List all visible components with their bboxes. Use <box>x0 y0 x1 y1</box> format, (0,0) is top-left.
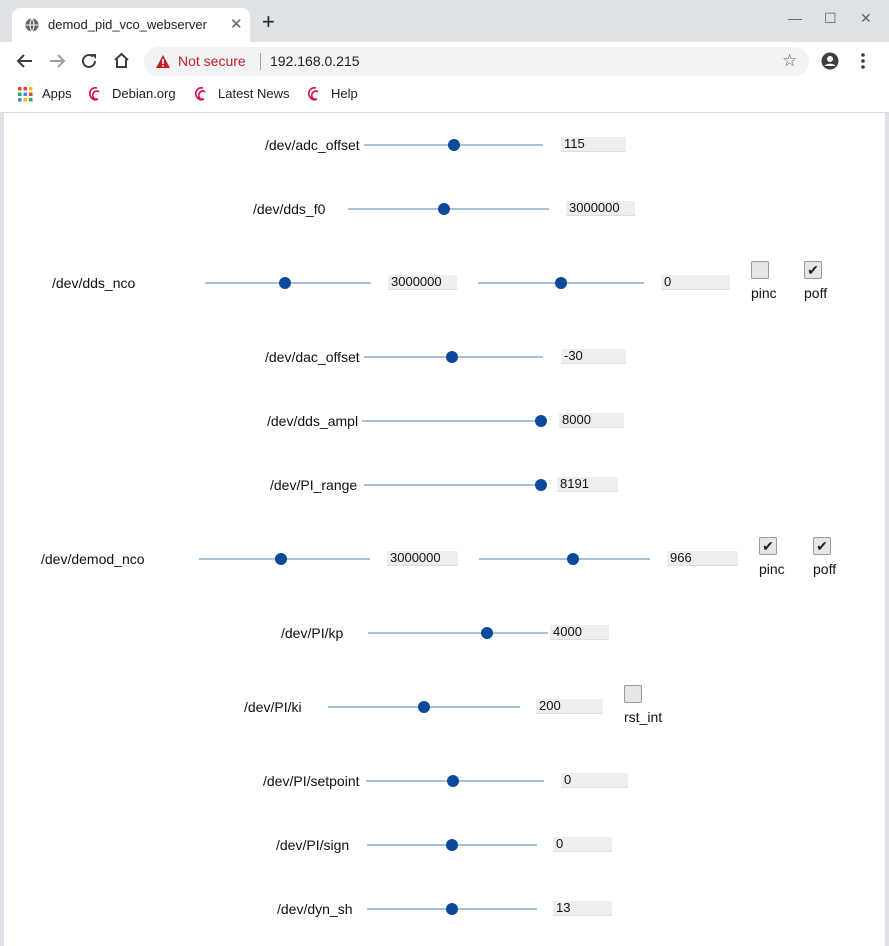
slider-thumb-dds-ampl[interactable] <box>535 415 547 427</box>
row-label-pi-setpoint: /dev/PI/setpoint <box>263 773 360 789</box>
row-label-dac-offset: /dev/dac_offset <box>265 349 360 365</box>
checkbox-label-demod-nco-pinc: pinc <box>759 561 785 577</box>
row-label-pi-sign: /dev/PI/sign <box>276 837 350 853</box>
new-tab-button[interactable]: + <box>262 11 275 33</box>
row-label-pi-ki: /dev/PI/ki <box>244 699 302 715</box>
maximize-button[interactable]: ☐ <box>824 10 837 27</box>
forward-icon[interactable] <box>48 52 66 70</box>
slider-thumb-dds-f0[interactable] <box>438 203 451 215</box>
slider-dds-ampl[interactable] <box>362 420 541 422</box>
slider-thumb-pi-kp[interactable] <box>480 627 493 639</box>
checkbox-demod-nco-poff[interactable]: ✔ <box>813 537 831 555</box>
value-pi-setpoint[interactable]: 0 <box>561 773 628 788</box>
value-demod-nco-pinc[interactable]: 3000000 <box>387 551 458 566</box>
checkbox-label-dds-nco-poff: poff <box>804 285 828 301</box>
warning-icon[interactable] <box>155 54 171 69</box>
debian-icon <box>195 87 206 101</box>
browser-toolbar: Not secure 192.168.0.215 ☆ <box>0 42 889 80</box>
debian-icon <box>308 87 319 101</box>
row-label-pi-range: /dev/PI_range <box>270 477 358 493</box>
bookmark-help[interactable]: Help <box>331 86 358 101</box>
back-icon[interactable] <box>16 52 34 70</box>
tab-close-icon[interactable]: ✕ <box>230 15 243 33</box>
apps-icon[interactable] <box>18 87 33 102</box>
value-dds-nco-pinc[interactable]: 3000000 <box>388 275 457 290</box>
value-pi-kp[interactable]: 4000 <box>550 625 609 640</box>
checkbox-dds-nco-poff[interactable]: ✔ <box>804 261 822 279</box>
bookmark-debian[interactable]: Debian.org <box>112 86 176 101</box>
slider-thumb-demod-nco-pinc[interactable] <box>275 553 288 565</box>
slider-thumb-pi-sign[interactable] <box>446 839 458 851</box>
security-label[interactable]: Not secure <box>178 53 246 69</box>
value-adc-offset[interactable]: 115 <box>561 137 626 152</box>
bookmark-latest-news[interactable]: Latest News <box>218 86 290 101</box>
page-content: /dev/adc_offset 115 /dev/dds_f0 3000000 … <box>4 113 885 946</box>
slider-thumb-pi-range[interactable] <box>535 479 547 491</box>
value-pi-ki[interactable]: 200 <box>536 699 603 714</box>
row-label-dds-f0: /dev/dds_f0 <box>253 201 326 217</box>
tab-title: demod_pid_vco_webserver <box>48 17 207 32</box>
slider-pi-kp[interactable] <box>368 632 548 634</box>
slider-thumb-dyn-sh[interactable] <box>446 903 458 915</box>
slider-pi-range[interactable] <box>364 484 541 486</box>
checkbox-label-demod-nco-poff: poff <box>813 561 837 577</box>
value-dyn-sh[interactable]: 13 <box>553 901 612 916</box>
slider-thumb-dac-offset[interactable] <box>445 351 458 363</box>
row-label-demod-nco: /dev/demod_nco <box>41 551 145 567</box>
bookmark-apps[interactable]: Apps <box>42 86 72 101</box>
url-text[interactable]: 192.168.0.215 <box>270 53 360 69</box>
home-icon[interactable] <box>112 51 131 70</box>
address-bar[interactable]: Not secure 192.168.0.215 ☆ <box>144 47 809 76</box>
debian-icon <box>89 87 100 101</box>
checkbox-label-dds-nco-pinc: pinc <box>751 285 777 301</box>
slider-thumb-pi-ki[interactable] <box>418 701 430 713</box>
slider-thumb-pi-setpoint[interactable] <box>447 775 460 787</box>
slider-thumb-adc-offset[interactable] <box>447 139 460 151</box>
row-label-dyn-sh: /dev/dyn_sh <box>277 901 353 917</box>
value-pi-range[interactable]: 8191 <box>557 477 618 492</box>
value-dac-offset[interactable]: -30 <box>561 349 626 364</box>
value-dds-f0[interactable]: 3000000 <box>566 201 635 216</box>
slider-thumb-demod-nco-poff[interactable] <box>567 553 580 565</box>
value-demod-nco-poff[interactable]: 966 <box>667 551 738 566</box>
star-icon[interactable]: ☆ <box>782 51 797 71</box>
account-icon[interactable] <box>821 52 839 70</box>
minimize-button[interactable]: — <box>788 10 802 26</box>
menu-icon[interactable] <box>860 52 866 70</box>
checkbox-rst-int[interactable] <box>624 685 642 703</box>
row-label-dds-ampl: /dev/dds_ampl <box>267 413 359 429</box>
value-dds-ampl[interactable]: 8000 <box>559 413 624 428</box>
window-close-button[interactable]: ✕ <box>860 10 872 27</box>
globe-icon <box>25 18 39 32</box>
slider-thumb-dds-nco-pinc[interactable] <box>278 277 291 289</box>
checkbox-label-rst-int: rst_int <box>624 709 663 725</box>
address-separator <box>260 53 261 70</box>
slider-demod-nco-poff[interactable] <box>479 558 650 560</box>
value-pi-sign[interactable]: 0 <box>553 837 612 852</box>
browser-tab[interactable]: demod_pid_vco_webserver ✕ <box>12 8 250 42</box>
slider-thumb-dds-nco-poff[interactable] <box>555 277 567 289</box>
row-label-adc-offset: /dev/adc_offset <box>265 137 360 153</box>
bookmarks-bar: Apps Debian.org Latest News Help <box>0 80 889 113</box>
row-label-pi-kp: /dev/PI/kp <box>281 625 344 641</box>
checkbox-dds-nco-pinc[interactable] <box>751 261 769 279</box>
row-label-dds-nco: /dev/dds_nco <box>52 275 136 291</box>
checkbox-demod-nco-pinc[interactable]: ✔ <box>759 537 777 555</box>
value-dds-nco-poff[interactable]: 0 <box>661 275 730 290</box>
reload-icon[interactable] <box>80 52 98 70</box>
